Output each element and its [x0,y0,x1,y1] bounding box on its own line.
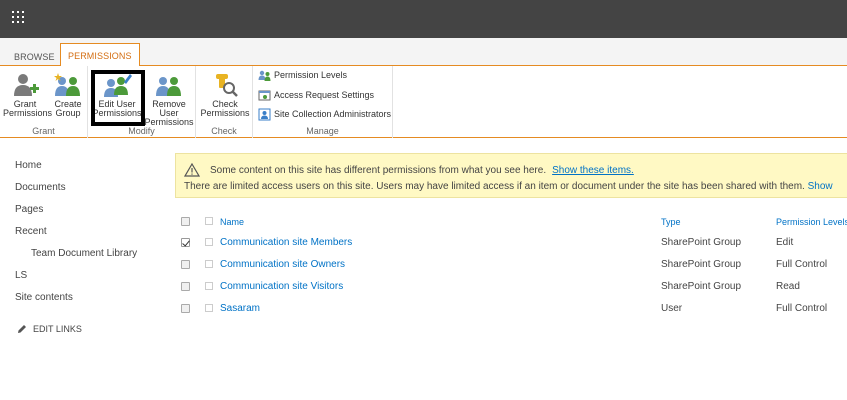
row-type: SharePoint Group [661,237,742,248]
grant-permissions-label: Grant Permissions [3,99,53,118]
table-row[interactable]: Communication site Visitors SharePoint G… [175,277,847,299]
row-permission: Full Control [776,259,828,270]
nav-documents[interactable]: Documents [15,182,66,193]
nav-recent[interactable]: Recent [15,226,47,237]
remove-user-permissions-button[interactable]: Remove User Permissions [143,70,195,127]
nav-team-document-library[interactable]: Team Document Library [31,248,137,259]
show-limited-access-link[interactable]: Show [808,181,833,192]
permissions-notice: Some content on this site has different … [175,153,847,198]
ribbon-group-grant: Grant Permissions Create Group Grant [0,66,88,138]
table-row[interactable]: Communication site Members SharePoint Gr… [175,233,847,255]
create-group-label: Create Group [54,99,82,118]
row-type: SharePoint Group [661,259,742,270]
pencil-icon [18,325,26,333]
row-name-link[interactable]: Communication site Members [220,237,352,248]
ribbon-tabs: BROWSE PERMISSIONS [0,38,847,67]
access-request-settings-label: Access Request Settings [274,90,375,100]
permission-levels-button[interactable]: Permission Levels [258,67,347,83]
row-item-checkbox[interactable] [205,260,213,268]
row-item-checkbox[interactable] [205,282,213,290]
create-group-button[interactable]: Create Group [50,70,86,118]
check-permissions-button[interactable]: Check Permissions [200,70,250,118]
row-name-link[interactable]: Communication site Owners [220,259,345,270]
create-group-icon [54,73,80,96]
grant-permissions-button[interactable]: Grant Permissions [3,70,53,118]
group-label-modify: Modify [128,126,155,136]
row-permission: Edit [776,237,794,248]
nav-ls[interactable]: LS [15,270,27,281]
remove-user-permissions-label: Remove User Permissions [144,99,194,127]
access-request-settings-icon [258,90,271,100]
check-permissions-label: Check Permissions [200,99,250,118]
show-these-items-link[interactable]: Show these items. [552,165,634,176]
suite-bar [0,0,847,38]
table-header: Name Type Permission Levels [175,212,847,234]
highlight-box [91,70,145,126]
row-select-checkbox[interactable] [181,304,190,313]
edit-links-button[interactable]: EDIT LINKS [17,324,82,334]
group-label-grant: Grant [32,126,55,136]
nav-pages[interactable]: Pages [15,204,43,215]
check-permissions-icon [216,74,238,97]
row-permission: Read [776,281,800,292]
row-name-link[interactable]: Sasaram [220,303,260,314]
warning-icon [184,163,200,177]
row-item-checkbox[interactable] [205,304,213,312]
row-permission: Full Control [776,303,828,314]
site-collection-administrators-button[interactable]: Site Collection Administrators [258,106,391,122]
tab-permissions[interactable]: PERMISSIONS [60,43,140,67]
nav-site-contents[interactable]: Site contents [15,292,73,303]
notice-line-1: Some content on this site has different … [210,165,634,176]
row-select-checkbox[interactable] [181,238,190,247]
row-name-link[interactable]: Communication site Visitors [220,281,343,292]
row-item-checkbox[interactable] [205,238,213,246]
app-launcher-icon[interactable] [12,11,24,23]
select-all-checkbox[interactable] [181,217,190,226]
nav-home[interactable]: Home [15,160,42,171]
row-type: User [661,303,683,314]
row-type: SharePoint Group [661,281,742,292]
column-header-permission-levels[interactable]: Permission Levels [776,217,847,227]
notice-line-2: There are limited access users on this s… [184,181,833,192]
table-row[interactable]: Communication site Owners SharePoint Gro… [175,255,847,277]
table-row[interactable]: Sasaram User Full Control [175,299,847,321]
ribbon-group-check: Check Permissions Check [196,66,253,138]
column-header-name[interactable]: Name [220,217,244,227]
edit-links-label: EDIT LINKS [33,324,82,334]
permission-levels-label: Permission Levels [274,70,348,80]
group-label-check: Check [211,126,237,136]
site-collection-administrators-icon [258,108,271,120]
header-item-checkbox[interactable] [205,217,213,225]
column-header-type[interactable]: Type [661,217,681,227]
notice-text-1: Some content on this site has different … [210,165,547,176]
notice-text-2: There are limited access users on this s… [184,181,805,192]
access-request-settings-button[interactable]: Access Request Settings [258,87,374,103]
grant-permissions-icon [14,74,39,96]
row-select-checkbox[interactable] [181,282,190,291]
group-label-manage: Manage [306,126,339,136]
row-select-checkbox[interactable] [181,260,190,269]
permission-levels-icon [258,70,271,81]
site-collection-administrators-label: Site Collection Administrators [274,109,392,119]
remove-user-permissions-icon [156,77,181,96]
